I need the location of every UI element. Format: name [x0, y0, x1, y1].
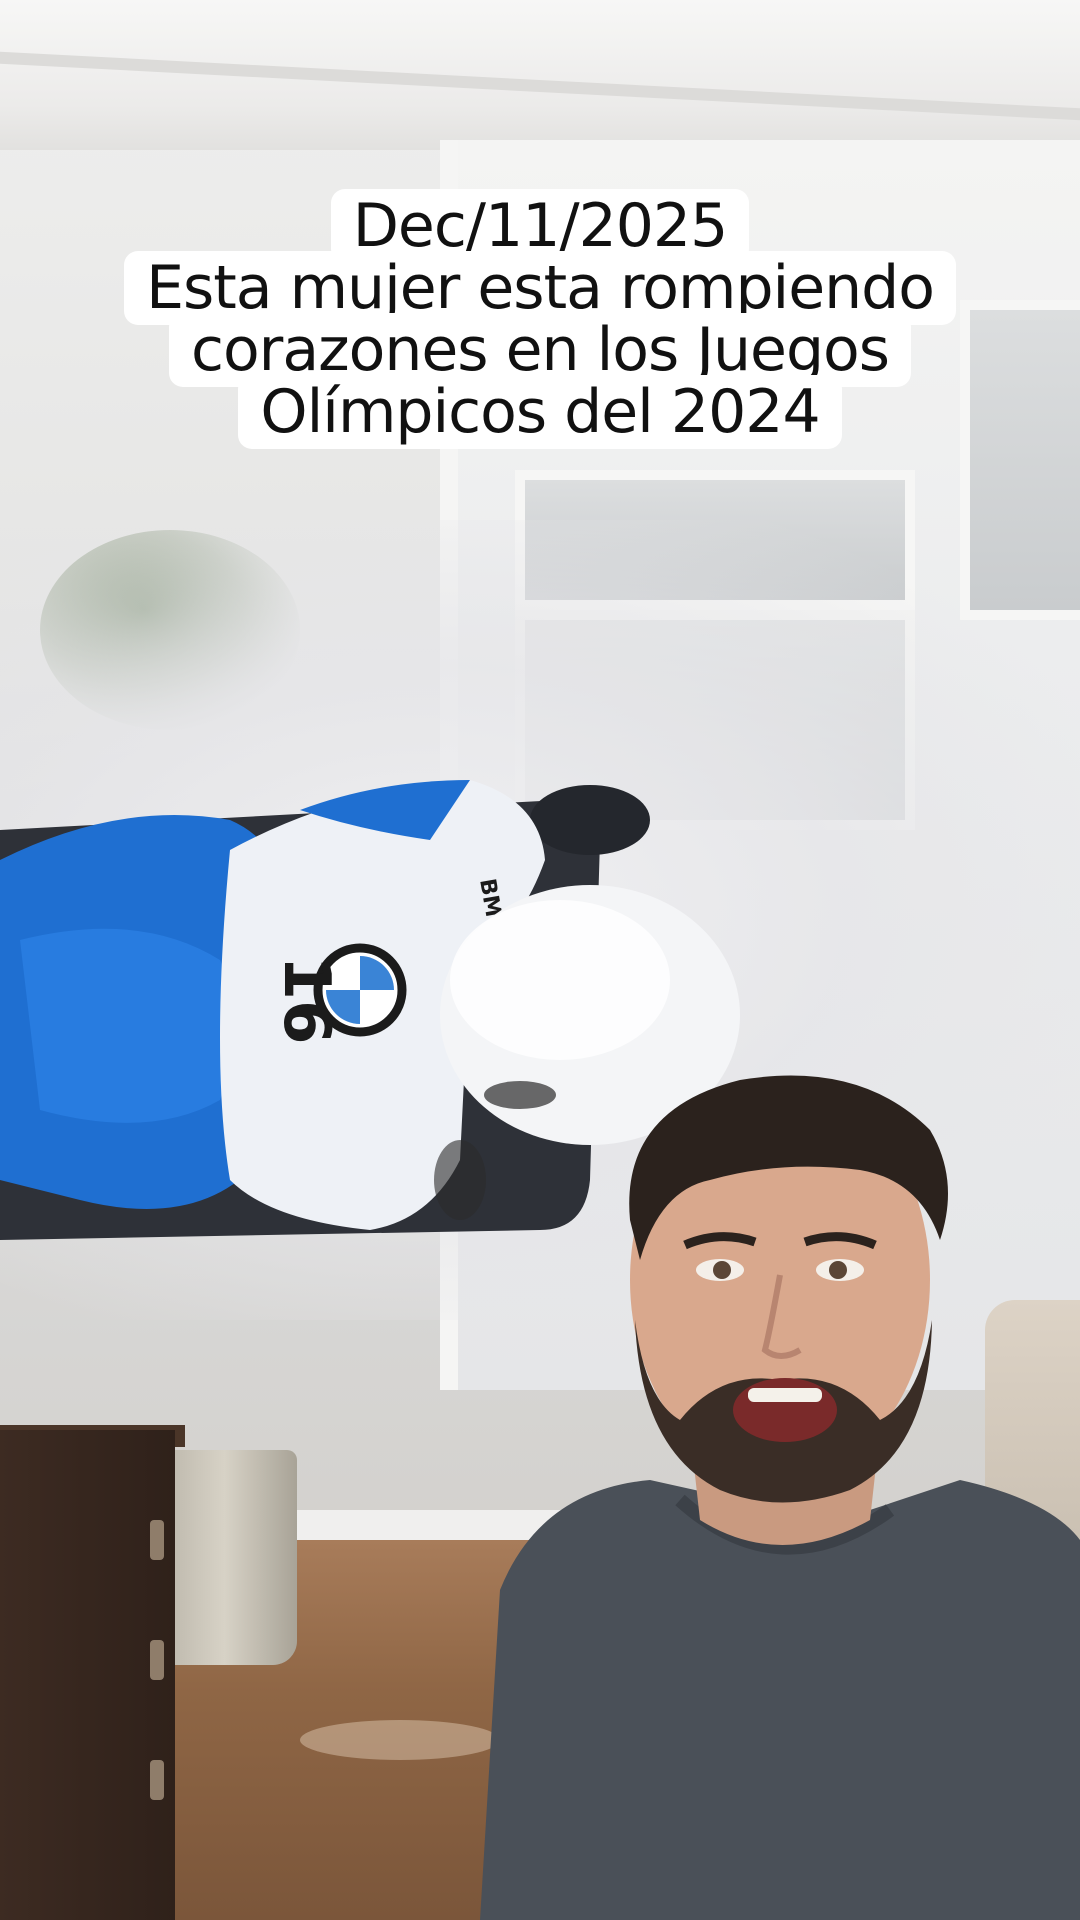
open-mouth	[733, 1378, 837, 1442]
suit-shading	[20, 928, 235, 1123]
caption-line: Olímpicos del 2024	[238, 375, 842, 449]
suit-number: 16	[269, 955, 343, 1044]
video-caption: Dec/11/2025 Esta mujer esta rompiendo co…	[0, 189, 1080, 449]
dresser-handle	[150, 1520, 164, 1560]
sled-front	[530, 785, 650, 855]
dresser-handle	[150, 1640, 164, 1680]
floor-reflection	[300, 1720, 500, 1760]
dresser-handle	[150, 1760, 164, 1800]
narrator-person-image	[480, 1075, 1080, 1920]
ceiling-crown-molding	[0, 0, 1080, 150]
video-frame[interactable]: 16 BMW Dec/11/2025 Esta mujer esta rompi…	[0, 0, 1080, 1920]
suit-patch-icon	[434, 1140, 486, 1220]
dresser	[0, 1430, 175, 1920]
